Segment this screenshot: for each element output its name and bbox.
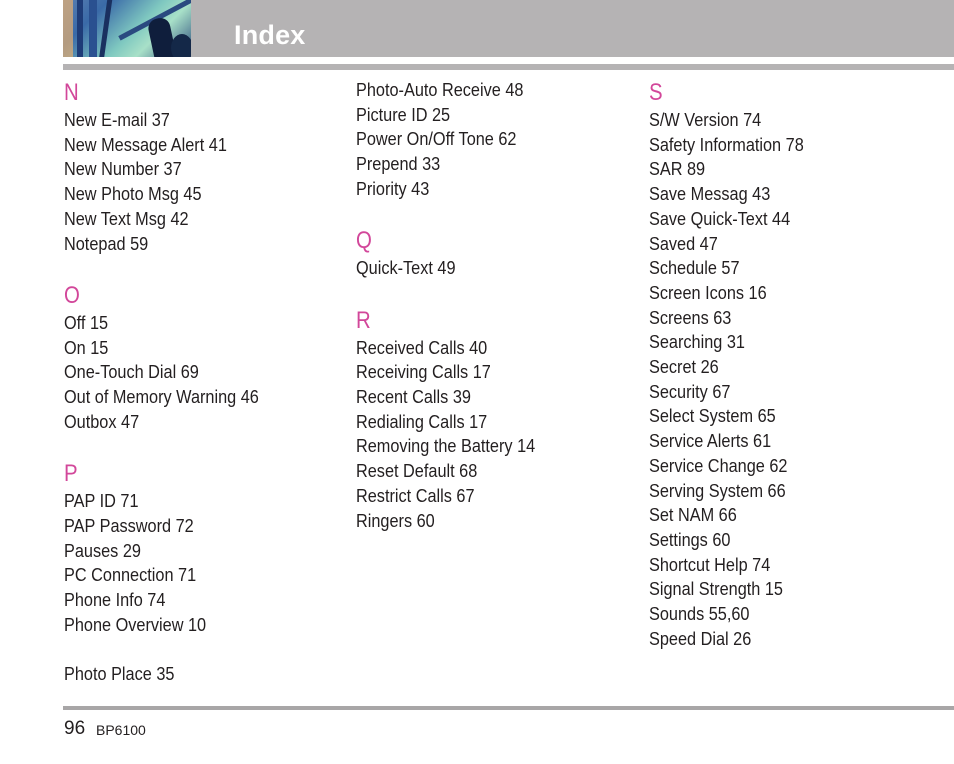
page-title: Index [234,20,306,50]
index-section: S S/W Version 74 Safety Information 78 SAR … [649,78,825,651]
index-entry: New Message Alert 41 [64,133,227,155]
index-entry: New Text Msg 42 [64,207,189,229]
index-section: Photo-Auto Receive 48 Picture ID 25 Power … [356,78,560,202]
index-entry: New Number 37 [64,158,182,180]
index-entry: PAP ID 71 [64,490,139,512]
index-section: Q Quick-Text 49 [356,226,560,281]
index-entry: Safety Information 78 [649,133,804,155]
index-entry: Off 15 [64,311,109,333]
index-entry: Pauses 29 [64,539,141,561]
index-entry: Photo Place 35 [64,663,175,685]
index-section: O Off 15 On 15 One-Touch Dial 69 Out of Memo… [64,281,285,435]
index-entry: Sounds 55,60 [649,603,750,625]
index-entry: Settings 60 [649,528,731,550]
index-entry: New Photo Msg 45 [64,183,202,205]
index-entry: Outbox 47 [64,410,140,432]
index-entry: Redialing Calls 17 [356,410,488,432]
index-entry: S/W Version 74 [649,109,762,130]
index-entry: Serving System 66 [649,479,786,501]
index-entry: Ringers 60 [356,509,435,531]
index-entry: Power On/Off Tone 62 [356,128,517,150]
index-entry: Save Quick-Text 44 [649,207,791,229]
section-letter: P [64,460,78,488]
index-entry: Searching 31 [649,331,745,353]
index-entry: PC Connection 71 [64,564,197,586]
section-letter: O [64,281,80,309]
index-entry: Out of Memory Warning 46 [64,386,259,408]
index-entry: One-Touch Dial 69 [64,361,199,383]
index-entry: Set NAM 66 [649,504,737,526]
index-entry: On 15 [64,336,109,358]
index-entry: Screens 63 [649,306,732,328]
index-column-2: Photo-Auto Receive 48 Picture ID 25 Power … [356,78,560,533]
index-entry: Shortcut Help 74 [649,553,771,575]
index-entry: Picture ID 25 [356,103,451,125]
index-entry: PAP Password 72 [64,514,194,536]
index-entry: Saved 47 [649,232,718,254]
index-entry: Removing the Battery 14 [356,435,536,457]
index-entry: Select System 65 [649,405,776,427]
index-entry: Photo-Auto Receive 48 [356,79,524,100]
index-entry: Reset Default 68 [356,460,478,482]
index-entry: New E-mail 37 [64,109,170,130]
index-entry: Speed Dial 26 [649,627,752,649]
index-entry: Secret 26 [649,356,719,378]
index-entry: Signal Strength 15 [649,578,783,600]
top-divider [63,64,954,70]
index-entry: Received Calls 40 [356,336,488,358]
index-section: P PAP ID 71 PAP Password 72 Pauses 29 PC Con… [64,459,285,687]
section-letter: S [649,79,663,106]
index-entry: Notepad 59 [64,232,149,254]
section-letter: Q [356,227,372,255]
index-section: N New E-mail 37 New Message Alert 41 New Nu… [64,78,285,256]
index-entry: Schedule 57 [649,257,740,279]
index-entry: Save Messag 43 [649,183,771,205]
index-entry: Restrict Calls 67 [356,484,475,506]
index-entry: Priority 43 [356,177,430,199]
index-entry: Phone Overview 10 [64,613,207,635]
entry-gap [64,637,285,662]
index-entry: Recent Calls 39 [356,386,471,407]
index-entry: Prepend 33 [356,153,441,175]
model-name: BP6100 [96,722,146,738]
index-entry: Phone Info 74 [64,588,166,610]
index-entry: Security 67 [649,380,731,402]
page-number: 96 [64,718,86,739]
index-column-1: N New E-mail 37 New Message Alert 41 New Nu… [64,78,285,687]
index-entry: Receiving Calls 17 [356,361,491,383]
index-entry: Service Change 62 [649,454,788,476]
index-entry: Quick-Text 49 [356,257,456,279]
index-entry: SAR 89 [649,158,706,180]
section-letter: R [356,306,371,334]
index-column-3: S S/W Version 74 Safety Information 78 SAR … [649,78,825,651]
index-entry: Screen Icons 16 [649,281,767,303]
header-photo [63,0,191,57]
section-letter: N [64,79,79,106]
index-entry: Service Alerts 61 [649,430,772,452]
index-section: R Received Calls 40 Receiving Calls 17 Rece… [356,306,560,534]
bottom-divider [63,706,954,710]
